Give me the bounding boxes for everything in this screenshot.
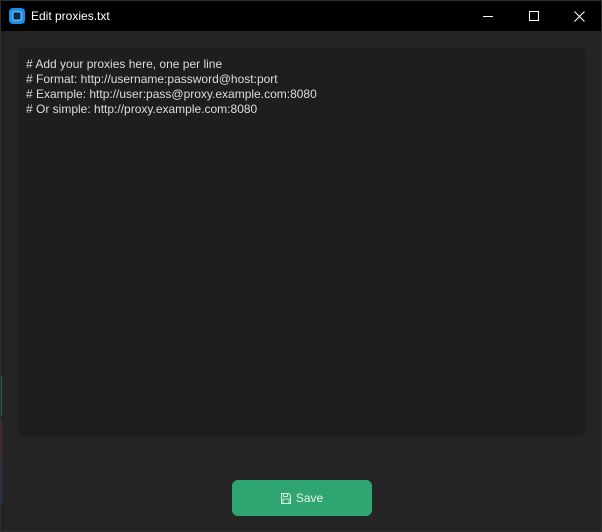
editor-line: # Format: http://username:password@host:… <box>26 72 278 86</box>
maximize-icon <box>529 11 539 21</box>
app-icon <box>9 8 25 24</box>
editor-line: # Or simple: http://proxy.example.com:80… <box>26 102 258 116</box>
save-button[interactable]: Save <box>232 480 372 516</box>
close-icon <box>574 11 585 22</box>
editor-line: # Example: http://user:pass@proxy.exampl… <box>26 87 317 101</box>
edit-proxies-window: Edit proxies.txt # Add your proxies here… <box>0 0 602 532</box>
save-icon <box>280 493 291 504</box>
window-edge <box>1 421 2 461</box>
proxies-textbox[interactable]: # Add your proxies here, one per line # … <box>18 48 586 436</box>
save-button-label: Save <box>295 491 324 505</box>
window-edge <box>1 463 2 503</box>
maximize-button[interactable] <box>511 1 557 31</box>
minimize-icon <box>483 16 493 17</box>
close-button[interactable] <box>556 1 602 31</box>
minimize-button[interactable] <box>465 1 511 31</box>
title-bar[interactable]: Edit proxies.txt <box>1 1 601 31</box>
editor-line: # Add your proxies here, one per line <box>26 57 223 71</box>
window-edge <box>1 376 2 416</box>
window-title: Edit proxies.txt <box>31 9 110 23</box>
